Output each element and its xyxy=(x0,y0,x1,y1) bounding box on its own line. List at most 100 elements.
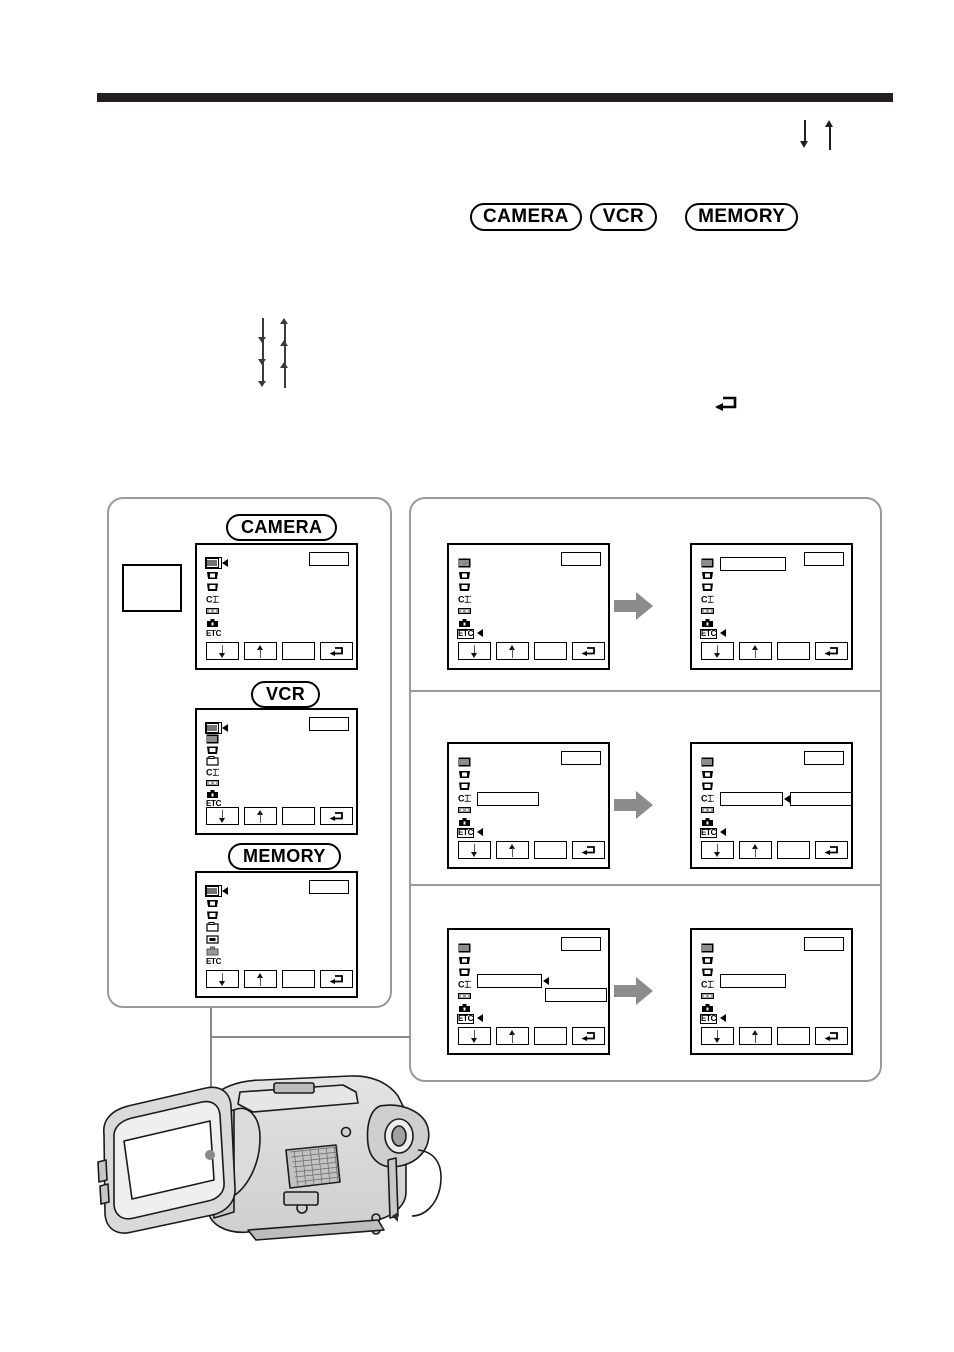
menu-icon-etc[interactable]: ETC xyxy=(456,1014,475,1024)
button-scroll-up[interactable] xyxy=(496,841,529,859)
menu-icon-tape-set[interactable] xyxy=(206,606,221,616)
button-scroll-up[interactable] xyxy=(496,1027,529,1045)
menu-icon-player-set[interactable] xyxy=(701,967,716,977)
button-blank[interactable] xyxy=(534,841,567,859)
menu-icon-camera-set[interactable] xyxy=(206,898,221,908)
button-blank[interactable] xyxy=(282,970,315,988)
menu-icon-tape-set[interactable] xyxy=(458,991,473,1001)
menu-item-box[interactable] xyxy=(720,792,783,806)
menu-item-box[interactable] xyxy=(720,557,786,571)
button-scroll-down[interactable] xyxy=(458,642,491,660)
menu-icon-etc[interactable]: ETC xyxy=(699,1014,718,1024)
button-blank[interactable] xyxy=(282,807,315,825)
button-blank[interactable] xyxy=(282,642,315,660)
button-scroll-down[interactable] xyxy=(458,841,491,859)
menu-icon-manual-set[interactable] xyxy=(458,757,473,767)
menu-icon-tape-set[interactable] xyxy=(701,606,716,616)
menu-icon-setup-menu[interactable] xyxy=(701,817,716,827)
menu-icon-memory-set-2[interactable] xyxy=(206,934,221,944)
menu-option-box[interactable] xyxy=(790,792,852,806)
menu-icon-tape-set[interactable] xyxy=(701,991,716,1001)
button-scroll-down[interactable] xyxy=(206,642,239,660)
menu-icon-camera-set[interactable] xyxy=(206,570,221,580)
button-return[interactable] xyxy=(572,841,605,859)
menu-icon-setup-menu[interactable] xyxy=(458,1003,473,1013)
menu-icon-tape-set[interactable] xyxy=(458,805,473,815)
menu-icon-lcd-vf-set[interactable]: C⌶⌶ xyxy=(458,979,473,990)
menu-icon-etc[interactable]: ETC xyxy=(699,828,718,838)
menu-icon-player-set[interactable] xyxy=(701,781,716,791)
menu-icon-lcd-vf-set[interactable]: C⌶⌶ xyxy=(206,767,221,778)
menu-icon-memory-set[interactable] xyxy=(206,922,221,932)
menu-icon-tape-set[interactable] xyxy=(701,805,716,815)
button-scroll-down[interactable] xyxy=(701,1027,734,1045)
button-scroll-down[interactable] xyxy=(206,807,239,825)
menu-icon-etc[interactable]: ETC xyxy=(206,958,221,966)
menu-icon-player-set[interactable] xyxy=(458,582,473,592)
menu-icon-setup-menu[interactable] xyxy=(458,618,473,628)
menu-icon-player-set[interactable] xyxy=(206,745,221,755)
button-scroll-down[interactable] xyxy=(701,642,734,660)
menu-icon-manual-set[interactable] xyxy=(701,757,716,767)
menu-icon-setup-menu[interactable] xyxy=(206,946,221,956)
button-blank[interactable] xyxy=(777,1027,810,1045)
menu-icon-tape-set[interactable] xyxy=(206,778,221,788)
button-return[interactable] xyxy=(320,642,353,660)
button-scroll-up[interactable] xyxy=(244,807,277,825)
menu-icon-manual-set[interactable] xyxy=(458,558,473,568)
menu-icon-setup-menu[interactable] xyxy=(206,789,221,799)
button-blank[interactable] xyxy=(534,642,567,660)
menu-icon-camera-set[interactable] xyxy=(701,955,716,965)
button-return[interactable] xyxy=(815,841,848,859)
menu-icon-etc[interactable]: ETC xyxy=(699,629,718,639)
menu-icon-setup-menu[interactable] xyxy=(701,1003,716,1013)
button-scroll-down[interactable] xyxy=(206,970,239,988)
menu-icon-lcd-vf-set[interactable]: C⌶⌶ xyxy=(701,979,716,990)
menu-icon-setup-menu[interactable] xyxy=(458,817,473,827)
menu-icon-camera-set[interactable] xyxy=(458,955,473,965)
menu-icon-setup-menu[interactable] xyxy=(206,618,221,628)
menu-item-box[interactable] xyxy=(477,974,542,988)
button-blank[interactable] xyxy=(777,841,810,859)
button-blank[interactable] xyxy=(777,642,810,660)
button-scroll-up[interactable] xyxy=(739,1027,772,1045)
button-scroll-up[interactable] xyxy=(739,642,772,660)
menu-icon-player-set[interactable] xyxy=(206,910,221,920)
menu-item-box[interactable] xyxy=(720,974,786,988)
button-return[interactable] xyxy=(320,807,353,825)
menu-icon-camera-set[interactable] xyxy=(458,769,473,779)
button-return[interactable] xyxy=(572,1027,605,1045)
button-blank[interactable] xyxy=(534,1027,567,1045)
menu-icon-tape-set[interactable] xyxy=(458,606,473,616)
menu-icon-etc[interactable]: ETC xyxy=(206,630,221,638)
menu-icon-player-set[interactable] xyxy=(458,781,473,791)
menu-icon-memory-set[interactable] xyxy=(206,756,221,766)
menu-icon-manual-set[interactable] xyxy=(458,943,473,953)
button-scroll-up[interactable] xyxy=(496,642,529,660)
menu-icon-manual-set[interactable] xyxy=(204,722,228,734)
menu-icon-camera-set[interactable] xyxy=(458,570,473,580)
menu-icon-etc[interactable]: ETC xyxy=(456,629,475,639)
menu-icon-manual-set[interactable] xyxy=(204,557,228,569)
menu-icon-manual-set[interactable] xyxy=(701,558,716,568)
button-return[interactable] xyxy=(572,642,605,660)
button-return[interactable] xyxy=(815,1027,848,1045)
button-scroll-up[interactable] xyxy=(739,841,772,859)
menu-icon-manual-set[interactable] xyxy=(701,943,716,953)
menu-icon-player-set[interactable] xyxy=(458,967,473,977)
menu-icon-player-set[interactable] xyxy=(206,582,221,592)
menu-icon-lcd-vf-set[interactable]: C⌶⌶ xyxy=(701,594,716,605)
button-scroll-up[interactable] xyxy=(244,642,277,660)
menu-icon-lcd-vf-set[interactable]: C⌶⌶ xyxy=(206,594,221,605)
menu-icon-etc[interactable]: ETC xyxy=(456,828,475,838)
menu-icon-manual-set-2[interactable] xyxy=(206,734,221,744)
menu-icon-camera-set[interactable] xyxy=(701,570,716,580)
menu-icon-player-set[interactable] xyxy=(701,582,716,592)
menu-item-box[interactable] xyxy=(477,792,539,806)
menu-icon-lcd-vf-set[interactable]: C⌶⌶ xyxy=(458,793,473,804)
button-return[interactable] xyxy=(815,642,848,660)
menu-icon-lcd-vf-set[interactable]: C⌶⌶ xyxy=(701,793,716,804)
menu-icon-lcd-vf-set[interactable]: C⌶⌶ xyxy=(458,594,473,605)
button-return[interactable] xyxy=(320,970,353,988)
menu-option-box[interactable] xyxy=(545,988,607,1002)
